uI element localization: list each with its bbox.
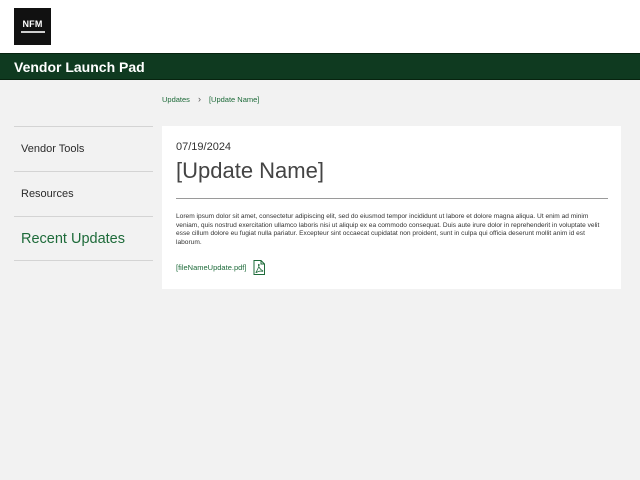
breadcrumb-link-updates[interactable]: Updates (162, 95, 190, 104)
breadcrumb: Updates › [Update Name] (162, 94, 259, 105)
update-card: 07/19/2024 [Update Name] Lorem ipsum dol… (162, 126, 621, 289)
logo-text: NFM (22, 19, 43, 29)
attachment-row: [fileNameUpdate.pdf] (176, 260, 266, 275)
update-date: 07/19/2024 (176, 141, 232, 153)
sidebar-item-vendor-tools[interactable]: Vendor Tools (14, 126, 153, 171)
nfm-logo[interactable]: NFM (14, 8, 51, 45)
update-title: [Update Name] (176, 158, 324, 183)
attachment-link[interactable]: [fileNameUpdate.pdf] (176, 263, 246, 272)
pdf-file-icon[interactable] (253, 260, 266, 275)
chevron-right-icon: › (197, 94, 201, 104)
app-title-bar: Vendor Launch Pad (0, 53, 640, 80)
update-body: Lorem ipsum dolor sit amet, consectetur … (176, 213, 600, 246)
top-header: NFM (0, 0, 640, 53)
sidebar-item-resources[interactable]: Resources (14, 171, 153, 216)
sidebar-nav: Vendor Tools Resources Recent Updates (14, 126, 153, 261)
sidebar-item-recent-updates[interactable]: Recent Updates (14, 216, 153, 261)
logo-underline (20, 31, 45, 33)
breadcrumb-current[interactable]: [Update Name] (209, 95, 259, 104)
title-divider (176, 198, 608, 199)
app-title: Vendor Launch Pad (14, 59, 145, 75)
